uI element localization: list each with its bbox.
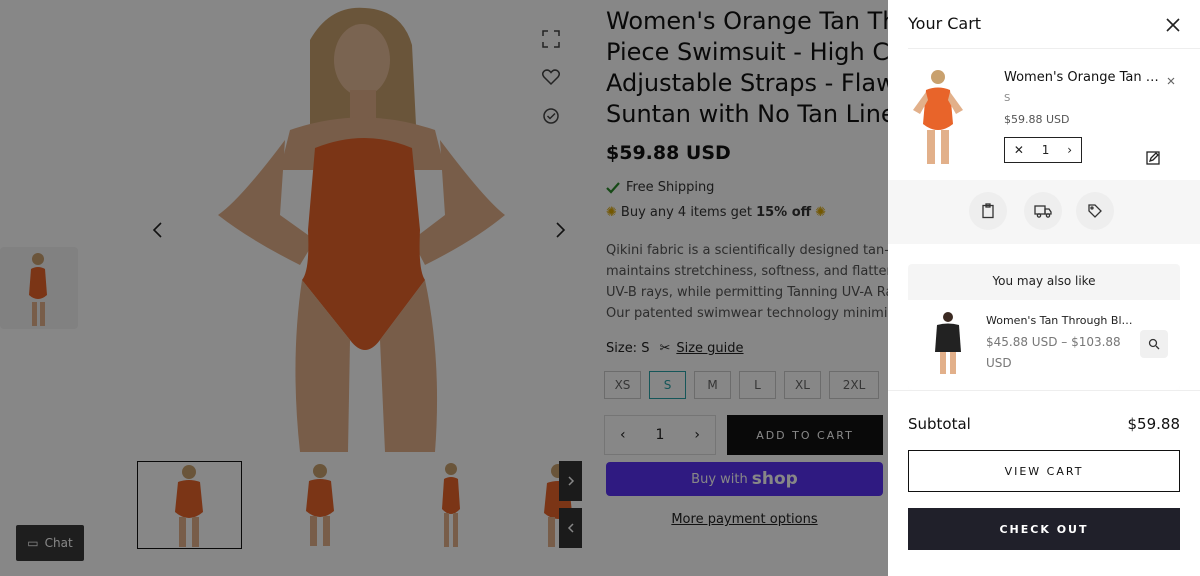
drawer-backdrop-overlay[interactable] <box>0 0 888 576</box>
close-icon[interactable] <box>1164 16 1182 34</box>
recommended-product-image[interactable] <box>928 310 968 376</box>
recommendations-panel: You may also like Women's Tan Through Bl… <box>908 264 1180 390</box>
cart-item-variant: S <box>1004 93 1011 104</box>
edit-item-icon[interactable] <box>1146 150 1160 165</box>
shipping-truck-icon[interactable] <box>1024 192 1062 230</box>
divider <box>908 48 1200 49</box>
recommendations-title: You may also like <box>992 274 1096 288</box>
recommended-product-card[interactable]: Women's Tan Through Black Tee $45.88 USD… <box>908 300 1180 390</box>
subtotal-value: $59.88 <box>1127 415 1181 433</box>
remove-item-icon[interactable] <box>1165 72 1177 85</box>
add-one-icon[interactable]: › <box>1067 143 1072 157</box>
order-note-icon[interactable] <box>969 192 1007 230</box>
divider <box>888 390 1200 391</box>
cart-title: Your Cart <box>908 14 982 33</box>
checkout-button[interactable]: CHECK OUT <box>908 508 1180 550</box>
cart-item-quantity[interactable]: 1 <box>1042 143 1050 157</box>
cart-drawer: Your Cart Women's Orange Tan Through One… <box>888 0 1200 576</box>
recommended-product-price: $45.88 USD – $103.88 USD <box>986 335 1121 370</box>
cart-item-quantity-stepper: ✕ 1 › <box>1004 137 1082 163</box>
cart-item-price: $59.88 USD <box>1004 113 1070 126</box>
remove-one-icon[interactable]: ✕ <box>1014 143 1024 157</box>
quick-view-search-icon[interactable] <box>1140 330 1168 358</box>
cart-item-name[interactable]: Women's Orange Tan Through One Piece Swi… <box>1004 70 1164 85</box>
view-cart-button[interactable]: VIEW CART <box>908 450 1180 492</box>
discount-tag-icon[interactable] <box>1076 192 1114 230</box>
cart-item-image[interactable] <box>908 68 968 166</box>
recommended-product-name[interactable]: Women's Tan Through Black Tee <box>986 314 1136 327</box>
subtotal-label: Subtotal <box>908 415 971 433</box>
